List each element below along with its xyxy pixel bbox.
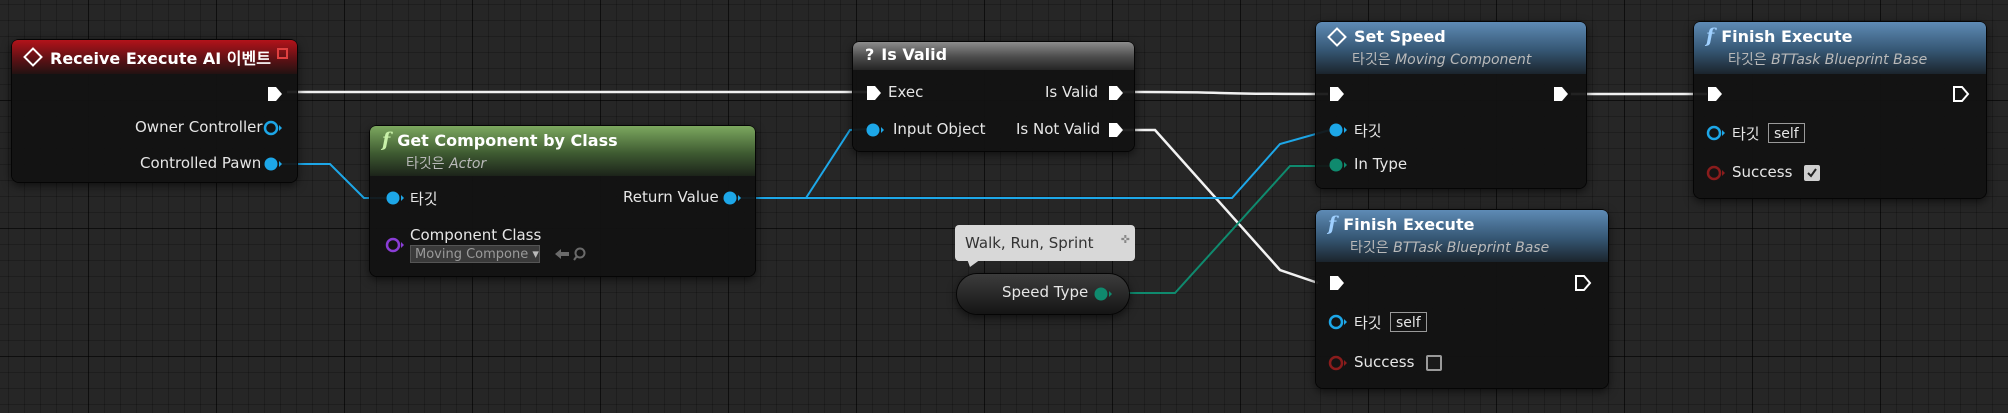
pin-label-controlled-pawn: Controlled Pawn: [140, 154, 262, 172]
comment-bubble[interactable]: Walk, Run, Sprint ✜: [955, 225, 1135, 261]
bool-pin-icon[interactable]: [1706, 164, 1726, 182]
function-icon: f: [382, 129, 391, 151]
pin-label-target: 타깃: [1354, 314, 1382, 332]
pin-icon[interactable]: ✜: [1121, 222, 1130, 258]
pin-label-in-type: In Type: [1354, 155, 1408, 173]
object-pin-icon[interactable]: [385, 189, 405, 207]
node-header[interactable]: f Finish Execute 타깃은 BTTask Blueprint Bas…: [1694, 22, 1986, 74]
object-pin-icon[interactable]: [865, 121, 885, 139]
question-mark-icon: ?: [865, 45, 875, 64]
node-speed-type-getter[interactable]: Speed Type: [957, 274, 1129, 314]
pin-label-target: 타깃: [1354, 122, 1382, 140]
object-pin-icon[interactable]: [263, 155, 283, 173]
node-subtitle-prefix: 타깃은: [406, 156, 445, 172]
enum-pin-icon[interactable]: [1328, 156, 1348, 174]
node-subtitle-target: Actor: [449, 156, 487, 172]
pin-label-exec: Exec: [888, 83, 924, 101]
exec-input-pin-icon[interactable]: [1328, 85, 1346, 103]
node-finish-execute-fail[interactable]: f Finish Execute 타깃은 BTTask Blueprint Bas…: [1316, 210, 1608, 388]
node-subtitle-target: Moving Component: [1395, 52, 1532, 68]
node-header[interactable]: f Finish Execute 타깃은 BTTask Blueprint Bas…: [1316, 210, 1608, 262]
delegate-output-pin-icon[interactable]: [277, 48, 288, 59]
browse-arrow-search-icons[interactable]: [553, 246, 589, 262]
node-title: Is Valid: [881, 45, 948, 64]
pin-label-target: 타깃: [1732, 125, 1760, 143]
node-header[interactable]: Receive Execute AI 이벤트: [12, 40, 297, 74]
object-pin-icon[interactable]: [263, 119, 283, 137]
pin-label-success: Success: [1354, 353, 1415, 371]
node-title: Finish Execute: [1343, 215, 1475, 234]
exec-output-pin-icon[interactable]: [1952, 85, 1970, 103]
pin-label-target: 타깃: [410, 190, 438, 208]
checkmark-icon: [1807, 168, 1817, 178]
exec-output-pin-icon[interactable]: [1552, 85, 1570, 103]
node-header[interactable]: ? Is Valid: [853, 42, 1134, 70]
object-pin-icon[interactable]: [1328, 313, 1348, 331]
object-pin-icon[interactable]: [722, 189, 742, 207]
node-subtitle-target: BTTask Blueprint Base: [1771, 52, 1928, 68]
node-title: Get Component by Class: [397, 131, 618, 150]
node-subtitle-prefix: 타깃은: [1352, 52, 1391, 68]
chevron-down-icon: ▾: [532, 247, 539, 262]
node-subtitle-prefix: 타깃은: [1350, 240, 1389, 256]
exec-input-pin-icon[interactable]: [865, 84, 883, 102]
node-subtitle-target: BTTask Blueprint Base: [1393, 240, 1550, 256]
node-title: Receive Execute AI 이벤트: [50, 49, 271, 68]
component-class-dropdown[interactable]: Moving Compone ▾: [410, 245, 540, 263]
node-get-component-by-class[interactable]: f Get Component by Class 타깃은 Actor 타깃 Ret…: [370, 126, 755, 276]
comment-text: Walk, Run, Sprint: [965, 234, 1094, 252]
node-set-speed[interactable]: Set Speed 타깃은 Moving Component 타깃 In Typ…: [1316, 22, 1586, 188]
pin-label-input-object: Input Object: [893, 120, 986, 138]
node-header[interactable]: Set Speed 타깃은 Moving Component: [1316, 22, 1586, 74]
exec-input-pin-icon[interactable]: [1706, 85, 1724, 103]
pin-label-success: Success: [1732, 163, 1793, 181]
exec-output-pin-icon[interactable]: [1107, 121, 1125, 139]
node-header[interactable]: f Get Component by Class 타깃은 Actor: [370, 126, 755, 176]
node-subtitle-prefix: 타깃은: [1728, 52, 1767, 68]
exec-input-pin-icon[interactable]: [1328, 274, 1346, 292]
pin-label-is-not-valid: Is Not Valid: [1016, 120, 1101, 138]
self-value-box[interactable]: self: [1768, 123, 1805, 143]
pin-label-is-valid: Is Valid: [1045, 83, 1099, 101]
variable-name: Speed Type: [1002, 283, 1089, 301]
success-checkbox-checked[interactable]: [1804, 165, 1820, 181]
node-receive-execute-ai[interactable]: Receive Execute AI 이벤트 Owner Controller …: [12, 40, 297, 182]
pin-label-return-value: Return Value: [623, 188, 719, 206]
bool-pin-icon[interactable]: [1328, 354, 1348, 372]
object-pin-icon[interactable]: [1706, 124, 1726, 142]
function-icon: f: [1328, 213, 1337, 235]
function-icon: f: [1706, 25, 1715, 47]
exec-output-pin-icon[interactable]: [1574, 274, 1592, 292]
event-diamond-icon: [23, 47, 43, 67]
exec-output-pin-icon[interactable]: [1107, 84, 1125, 102]
enum-pin-icon[interactable]: [1093, 285, 1113, 303]
node-title: Finish Execute: [1721, 27, 1853, 46]
event-diamond-icon: [1327, 26, 1347, 47]
comment-tail: [967, 259, 981, 267]
self-value-box[interactable]: self: [1390, 312, 1427, 332]
pin-label-owner-controller: Owner Controller: [135, 118, 263, 136]
class-pin-icon[interactable]: [385, 236, 405, 254]
node-finish-execute-success[interactable]: f Finish Execute 타깃은 BTTask Blueprint Bas…: [1694, 22, 1986, 198]
object-pin-icon[interactable]: [1328, 121, 1348, 139]
node-title: Set Speed: [1354, 27, 1446, 46]
node-is-valid[interactable]: ? Is Valid Exec Is Valid Input Object Is …: [853, 42, 1134, 151]
exec-output-pin-icon[interactable]: [266, 85, 284, 103]
pin-label-component-class: Component Class: [410, 226, 542, 244]
success-checkbox-unchecked[interactable]: [1426, 355, 1442, 371]
